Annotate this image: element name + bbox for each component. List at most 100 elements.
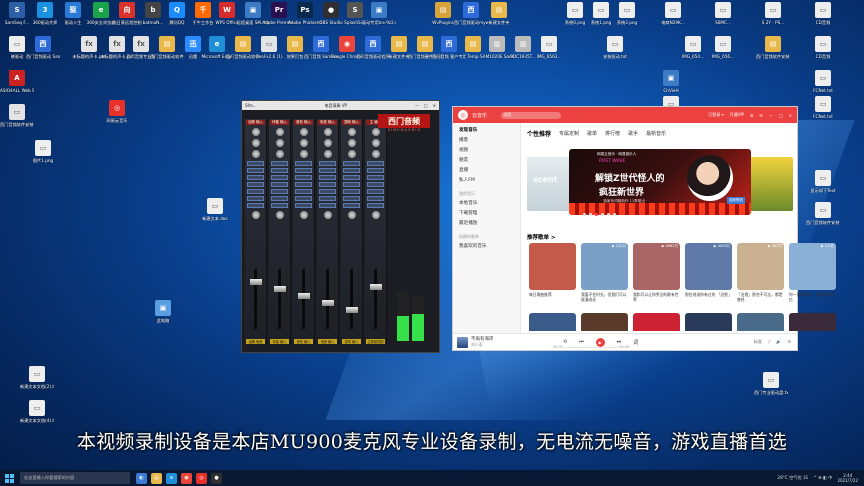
channel-button[interactable] [343, 182, 360, 187]
banner-center[interactable]: 网易云音乐 · 网易音乐人 POST WAVE 解锁Z世代怪人的 疯狂新世界 ·… [569, 149, 751, 215]
playlist-name[interactable]: 每日歌曲推荐 [529, 292, 576, 302]
channel-button[interactable] [343, 168, 360, 173]
playlist-card[interactable]: ▶ 122万 我喜不住时光，但我们可以放漫成长 [581, 243, 628, 302]
playlist-card[interactable]: ▶ 4029万那些说说你有过的 「治愈」 [685, 243, 732, 302]
channel-footer[interactable]: 音效 输入 [294, 339, 313, 344]
channel-button[interactable] [247, 161, 264, 166]
channel-button[interactable] [247, 182, 264, 187]
channel-button[interactable] [271, 175, 288, 180]
banner-carousel[interactable]: scent 网易云音乐 · 网易音乐人 POST WAVE 解锁Z世代怪人的 疯… [527, 149, 793, 219]
knob[interactable] [251, 211, 260, 219]
channel-button[interactable] [295, 196, 312, 201]
sidebar-item[interactable]: 最近播放 [459, 219, 514, 229]
maximize-button[interactable]: □ [779, 113, 783, 118]
fader-handle[interactable] [274, 286, 286, 292]
playlist-cover[interactable] [789, 313, 836, 331]
carousel-dot[interactable] [583, 213, 586, 216]
playlist-card[interactable]: ▶ 4082万 我和可以让你哭泣的歌有世界 [633, 243, 680, 302]
channel-button[interactable] [367, 175, 384, 180]
desktop-icon[interactable]: ▣ 驱动专用ins-9z2.rdp [362, 2, 396, 25]
knob[interactable] [275, 211, 284, 219]
playlist-name[interactable]: 你一定要读完，这是你的回忆 [789, 292, 836, 302]
channel-button[interactable] [343, 196, 360, 201]
fader-track[interactable] [302, 269, 305, 329]
sidebar-item[interactable]: 播客 [459, 136, 514, 146]
recommended-playlists-title[interactable]: 推荐歌单 > [527, 233, 556, 241]
minimize-button[interactable]: — [415, 103, 419, 108]
desktop-icon[interactable]: ▭ 显示如下Text [806, 170, 840, 193]
desktop-icon[interactable]: ▭ FCNet.txt [806, 70, 840, 93]
playlist-card[interactable]: ▶ 982万 「治愈」那些不可忘，都是曾经 [737, 243, 784, 302]
desktop-icon[interactable]: ▭ 系统2.png [610, 2, 644, 25]
banner-left-card[interactable]: scent [527, 157, 571, 211]
channel-button[interactable] [319, 203, 336, 208]
playlist-cover[interactable] [685, 313, 732, 331]
desktop-icon[interactable]: ▭ 西门专业驱动盘.txt [754, 372, 788, 395]
mixer-channel-strip[interactable]: 话筒 输入 话筒 电音 [245, 119, 267, 345]
carousel-dot[interactable] [595, 213, 598, 216]
lyric-button[interactable]: 词 [633, 339, 638, 346]
knob[interactable] [275, 128, 284, 136]
desktop-icon[interactable]: ▭ 新建文本文档(2).txt [20, 366, 54, 389]
channel-footer[interactable]: 电音 输入 [318, 339, 337, 344]
knob[interactable] [371, 211, 380, 219]
sidebar-item[interactable]: 下载管理 [459, 209, 514, 219]
song-artist[interactable]: 刘人语 [471, 342, 494, 347]
music-tab[interactable]: 歌手 [628, 130, 638, 137]
sidebar-item[interactable]: 朋友 [459, 156, 514, 166]
playlist-card[interactable] [789, 313, 836, 331]
carousel-dot[interactable] [589, 213, 592, 216]
channel-button[interactable] [295, 189, 312, 194]
channel-button[interactable] [367, 182, 384, 187]
fader-handle[interactable] [346, 307, 358, 313]
channel-button[interactable] [247, 189, 264, 194]
channel-button[interactable] [271, 189, 288, 194]
channel-button[interactable] [343, 175, 360, 180]
playlist-cover[interactable]: ▶ 4082万 [633, 243, 680, 290]
sound-effect-icon[interactable]: ♪ [768, 339, 771, 345]
channel-button[interactable] [319, 175, 336, 180]
playlist-card[interactable] [529, 313, 576, 331]
knob[interactable] [299, 128, 308, 136]
channel-button[interactable] [343, 189, 360, 194]
start-button[interactable] [2, 471, 16, 485]
playlist-name[interactable]: 我喜不住时光，但我们可以放漫成长 [581, 292, 628, 302]
desktop-icon[interactable]: ◎ 网易云音乐 [100, 100, 134, 123]
desktop-icon[interactable]: ▭ CD音频 [806, 2, 840, 25]
knob[interactable] [323, 211, 332, 219]
desktop-icon[interactable]: ▭ IMG_654... [676, 36, 710, 59]
mixer-titlebar[interactable]: Sfm... 电音演奏 VP — □ ✕ [242, 101, 439, 110]
knob[interactable] [371, 139, 380, 147]
desktop-icon[interactable]: ▭ IMG_656... [706, 36, 740, 59]
channel-button[interactable] [247, 196, 264, 201]
desktop-icon[interactable]: ▭ 西门音频软件安装包-2... [0, 104, 34, 127]
desktop-icon[interactable]: ▭ 电商N29K... [656, 2, 690, 25]
quality-button[interactable]: 标准 [754, 339, 762, 345]
mixer-channel-strip[interactable]: 主 输出 主音量控制 [365, 119, 387, 345]
playlist-name[interactable]: 「治愈」那些不可忘，都是曾经 [737, 292, 784, 302]
channel-button[interactable] [271, 196, 288, 201]
vip-button[interactable]: 开通VIP [730, 112, 744, 118]
banner-right-card[interactable] [749, 157, 793, 211]
knob[interactable] [275, 139, 284, 147]
fader-track[interactable] [350, 269, 353, 329]
channel-button[interactable] [247, 168, 264, 173]
desktop-icon[interactable]: ▭ S6MC... [706, 2, 740, 25]
music-search-input[interactable]: 搜索 [501, 111, 562, 119]
channel-footer[interactable]: 话筒 电音 [246, 339, 265, 344]
desktop-icon[interactable]: ▤ 西门音频软件安装包-2.4... [756, 36, 790, 59]
knob[interactable] [323, 150, 332, 158]
playlist-cover[interactable]: ▶ 4029万 [685, 243, 732, 290]
channel-button[interactable] [319, 161, 336, 166]
carousel-dot[interactable] [601, 213, 604, 216]
close-button[interactable]: ✕ [433, 103, 436, 108]
playlist-name[interactable]: 那些说说你有过的 「治愈」 [685, 292, 732, 302]
music-tab[interactable]: 个性推荐 [527, 129, 551, 138]
channel-button[interactable] [295, 203, 312, 208]
taskbar-app-icon[interactable]: ▤ [151, 472, 162, 484]
taskbar-app-icon[interactable]: ● [211, 472, 222, 484]
desktop-icon[interactable]: 西西门音频驱动 SamPro新... [26, 36, 60, 59]
fader-track[interactable] [278, 269, 281, 329]
playlist-card[interactable]: ▶ 1.5亿 你一定要读完，这是你的回忆 [789, 243, 836, 302]
minimize-button[interactable]: — [769, 113, 773, 118]
